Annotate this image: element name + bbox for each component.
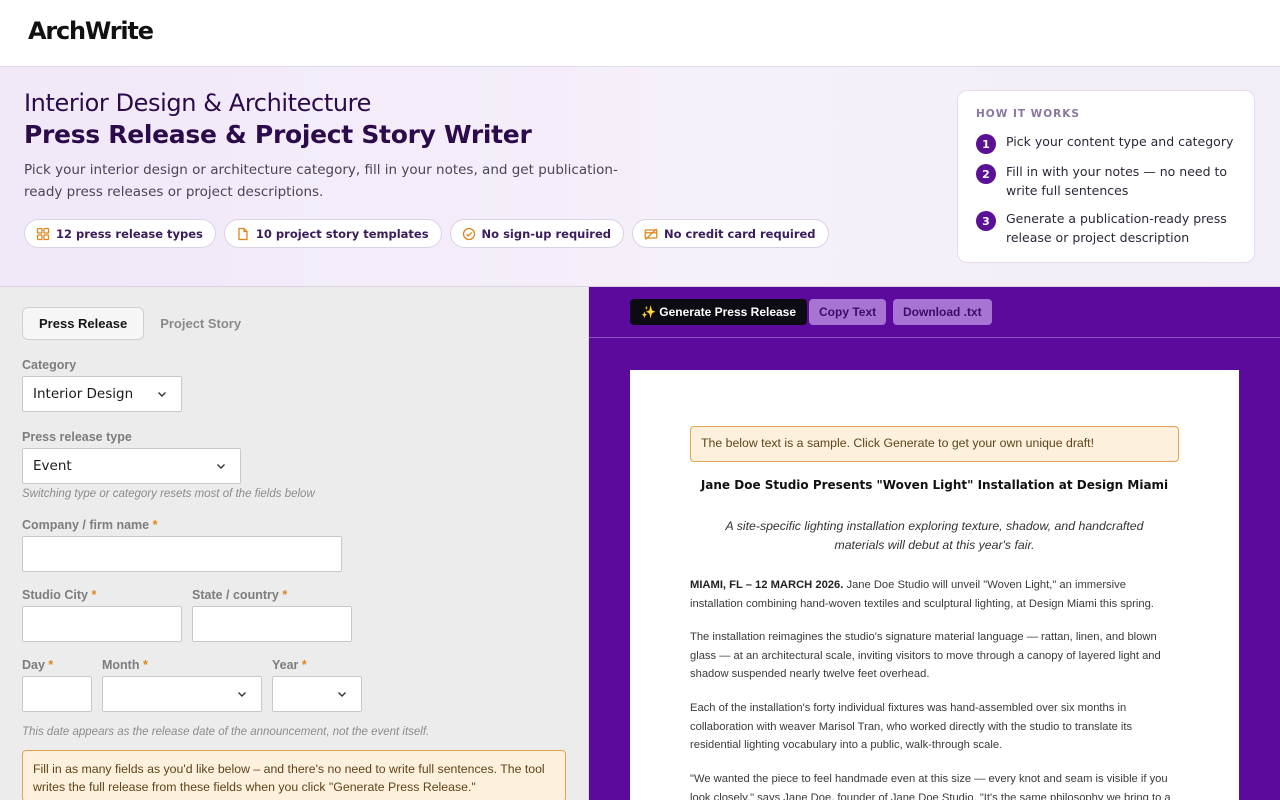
step-number: 2 (976, 164, 996, 184)
press-release-type-select[interactable]: Event (22, 448, 241, 484)
day-input[interactable] (22, 676, 92, 712)
month-select[interactable] (102, 676, 262, 712)
hero-title-line1: Interior Design & Architecture (24, 89, 371, 117)
chevron-down-icon (338, 692, 346, 697)
check-circle-icon (462, 227, 475, 240)
category-select[interactable]: Interior Design (22, 376, 182, 412)
year-select[interactable] (272, 676, 362, 712)
tab-project-story[interactable]: Project Story (144, 307, 257, 340)
step-text: Generate a publication-ready press relea… (1006, 211, 1227, 245)
grid-icon (36, 227, 50, 240)
form-panel: Press Release Project Story Category Int… (0, 287, 589, 800)
step-text: Pick your content type and category (1006, 134, 1234, 149)
studio-city-input[interactable] (22, 606, 182, 642)
company-name-input[interactable] (22, 536, 342, 572)
type-hint: Switching type or category resets most o… (22, 488, 315, 500)
step-1: 1 Pick your content type and category (976, 133, 1246, 154)
year-label: Year * (272, 658, 307, 672)
chevron-down-icon (217, 464, 225, 469)
feature-chips: 12 press release types 10 project story … (24, 219, 829, 248)
chip-label: No sign-up required (481, 226, 612, 241)
chip-press-release-types: 12 press release types (24, 219, 216, 248)
category-label: Category (22, 358, 77, 372)
hero-title-line2: Press Release & Project Story Writer (24, 120, 532, 149)
chip-label: No credit card required (664, 226, 816, 241)
preview-panel: ✨ Generate Press Release Copy Text Downl… (589, 287, 1280, 800)
date-hint: This date appears as the release date of… (22, 726, 430, 738)
chip-no-credit-card: No credit card required (632, 219, 829, 248)
press-release-paragraph-2: The installation reimagines the studio's… (690, 631, 1161, 681)
document-icon (238, 227, 248, 240)
credit-card-off-icon (644, 227, 658, 240)
company-label: Company / firm name * (22, 518, 158, 532)
chevron-down-icon (238, 692, 246, 697)
step-3: 3 Generate a publication-ready press rel… (976, 210, 1246, 247)
press-release-headline: Jane Doe Studio Presents "Woven Light" I… (700, 478, 1169, 492)
state-label: State / country * (192, 588, 288, 602)
preview-toolbar: ✨ Generate Press Release Copy Text Downl… (589, 287, 1280, 338)
chevron-down-icon (158, 392, 166, 397)
city-label: Studio City * (22, 588, 97, 602)
type-value: Event (33, 458, 72, 474)
copy-text-button[interactable]: Copy Text (809, 299, 887, 325)
logo[interactable]: ArchWrite (28, 17, 154, 45)
press-release-paragraph-3: Each of the installation's forty individ… (690, 702, 1133, 752)
step-2: 2 Fill in with your notes — no need to w… (976, 163, 1246, 200)
content-type-tabs: Press Release Project Story (22, 307, 257, 340)
category-value: Interior Design (33, 386, 134, 402)
step-number: 1 (976, 134, 996, 154)
form-notice: Fill in as many fields as you'd like bel… (22, 750, 566, 800)
state-country-input[interactable] (192, 606, 352, 642)
chip-no-signup: No sign-up required (449, 219, 625, 248)
dateline: MIAMI, FL – 12 MARCH 2026. (690, 579, 844, 591)
type-label: Press release type (22, 430, 132, 444)
chip-label: 10 project story templates (255, 226, 429, 241)
month-label: Month * (102, 658, 148, 672)
generate-press-release-button[interactable]: ✨ Generate Press Release (630, 299, 808, 325)
press-release-paragraph-1: MIAMI, FL – 12 MARCH 2026. Jane Doe Stud… (690, 579, 1154, 610)
hero-subtitle: Pick your interior design or architectur… (24, 162, 618, 200)
chip-project-story-templates: 10 project story templates (223, 219, 442, 248)
download-txt-button[interactable]: Download .txt (893, 299, 992, 325)
step-number: 3 (976, 211, 996, 231)
tab-press-release[interactable]: Press Release (22, 307, 145, 340)
how-it-works-card: HOW IT WORKS 1 Pick your content type an… (957, 90, 1255, 263)
press-release-paragraph-4: "We wanted the piece to feel handmade ev… (690, 773, 1171, 800)
how-it-works-title: HOW IT WORKS (976, 108, 1080, 120)
sample-notice: The below text is a sample. Click Genera… (690, 426, 1179, 462)
day-label: Day * (22, 658, 54, 672)
hero-section: Interior Design & Architecture Press Rel… (0, 67, 1280, 287)
chip-label: 12 press release types (56, 226, 203, 241)
top-bar: ArchWrite (0, 0, 1280, 67)
preview-document: The below text is a sample. Click Genera… (630, 370, 1239, 800)
step-text: Fill in with your notes — no need to wri… (1006, 164, 1228, 198)
press-release-subheadline: A site-specific lighting installation ex… (725, 519, 1144, 552)
